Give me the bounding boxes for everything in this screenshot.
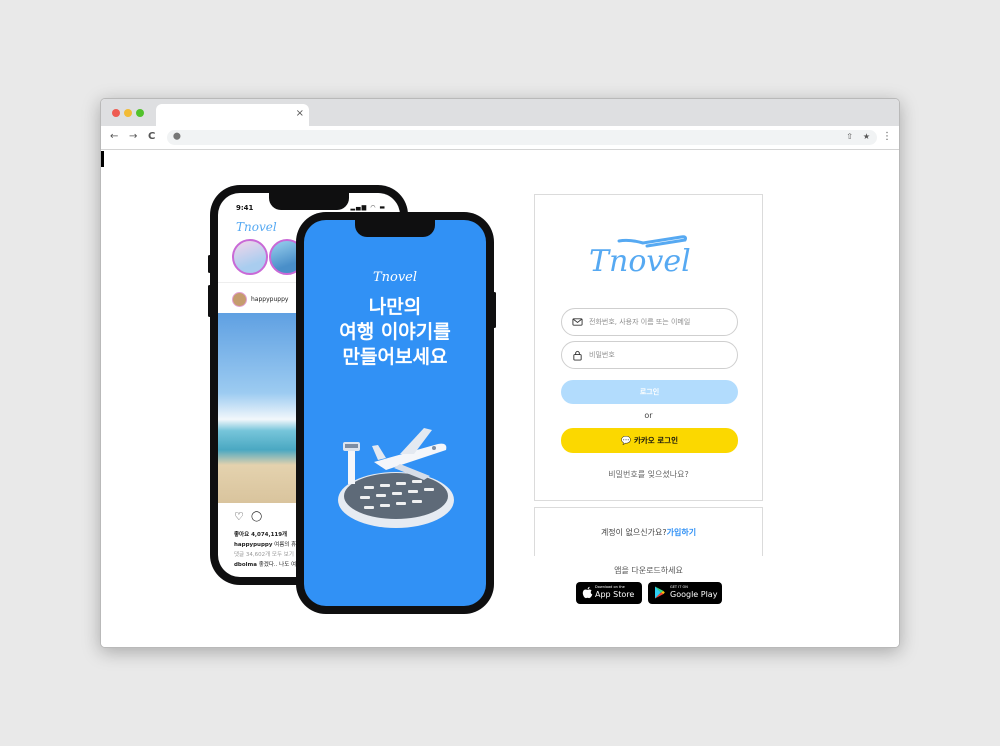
browser-menu-icon[interactable]: ⋮: [882, 131, 892, 143]
phone-side-button: [493, 292, 496, 328]
maximize-window-button[interactable]: [136, 109, 144, 117]
login-button[interactable]: 로그인: [561, 380, 738, 404]
tab-bar: ×: [101, 99, 899, 126]
close-window-button[interactable]: [112, 109, 120, 117]
logo-wordmark: Tnovel: [589, 244, 691, 279]
promo-headline-line-3: 만들어보세요: [342, 346, 448, 368]
post-username: happypuppy: [251, 296, 289, 303]
id-input[interactable]: [589, 309, 729, 335]
phone-notch: [355, 220, 435, 237]
caption-username: happypuppy: [234, 542, 273, 548]
signup-link[interactable]: 가입하기: [667, 528, 696, 537]
post-likes: 좋아요 4,074,119개: [234, 532, 288, 538]
signup-card: 계정이 없으신가요?가입하기: [534, 507, 763, 556]
google-play-button[interactable]: GET IT ON Google Play: [648, 582, 722, 604]
minimize-window-button[interactable]: [124, 109, 132, 117]
browser-window: × ← → C ⬤ ⇧ ★ ⋮ 9:41 ▂▄▆ ◠ ▬ Tnovel happ…: [100, 98, 900, 648]
or-separator: or: [644, 411, 653, 420]
app-store-button[interactable]: Download on the App Store: [576, 582, 642, 604]
heart-icon: ♡: [234, 510, 244, 523]
promo-headline-line-2: 여행 이야기를: [339, 321, 451, 343]
promo-app-logo: Tnovel: [372, 270, 418, 285]
caption-text: 여름의 휴: [274, 542, 297, 548]
kakao-login-label: 카카오 로그인: [633, 436, 678, 445]
password-input[interactable]: [589, 342, 729, 368]
google-play-small-label: GET IT ON: [670, 585, 688, 589]
phone-mockup-promo: Tnovel 나만의 여행 이야기를 만들어보세요: [296, 212, 496, 614]
airport-illustration: [338, 428, 454, 528]
promo-headline-line-1: 나만의: [368, 296, 422, 318]
lock-icon: ⬤: [173, 132, 181, 140]
phone-side-button: [208, 255, 211, 273]
promo-screen: Tnovel 나만의 여행 이야기를 만들어보세요: [304, 220, 486, 606]
comment-username: dbolma: [234, 562, 257, 568]
comment-icon: ◯: [251, 511, 263, 522]
lock-icon: [573, 350, 582, 361]
post-caption: happypuppy 여름의 휴: [234, 540, 296, 548]
post-avatar: [232, 292, 247, 307]
kakao-login-button[interactable]: 💬 카카오 로그인: [561, 428, 738, 453]
phone-notch: [269, 193, 349, 210]
text-cursor-marker: [101, 151, 104, 167]
post-comments-count: 댓글 34,602개 모두 보기: [234, 552, 294, 558]
reload-icon[interactable]: C: [148, 131, 155, 143]
app-logo: Tnovel: [236, 220, 277, 234]
google-play-label: Google Play: [670, 590, 718, 599]
address-bar[interactable]: ⬤ ⇧ ★: [167, 130, 877, 145]
apple-icon: [582, 586, 593, 599]
post-comment: dbolma 좋겠다.. 나도 여: [234, 560, 296, 568]
envelope-icon: [572, 318, 583, 326]
comment-text: 좋겠다.. 나도 여: [258, 562, 297, 568]
share-icon[interactable]: ⇧: [846, 132, 853, 141]
forgot-password-link[interactable]: 비밀번호를 잊으셨나요?: [535, 469, 762, 480]
speech-bubble-icon: 💬: [621, 436, 631, 445]
browser-tab[interactable]: ×: [156, 104, 309, 126]
app-store-label: App Store: [595, 590, 635, 599]
tab-close-icon[interactable]: ×: [296, 107, 304, 121]
google-play-icon: [655, 586, 665, 599]
download-app-text: 앱을 다운로드하세요: [614, 566, 683, 575]
phone-side-button: [208, 285, 211, 317]
status-time: 9:41: [236, 204, 254, 212]
browser-toolbar: ← → C ⬤ ⇧ ★ ⋮: [101, 126, 899, 150]
status-icons: ▂▄▆ ◠ ▬: [350, 204, 386, 211]
back-arrow-icon[interactable]: ←: [110, 131, 118, 143]
page-viewport: 9:41 ▂▄▆ ◠ ▬ Tnovel happypuppy ♡ ◯ 좋아요 4…: [101, 151, 899, 647]
bookmark-star-icon[interactable]: ★: [863, 132, 870, 141]
forward-arrow-icon[interactable]: →: [129, 131, 137, 143]
app-store-small-label: Download on the: [595, 585, 625, 589]
signup-prompt: 계정이 없으신가요?: [600, 528, 667, 537]
login-card: Tnovel 로그인 or 💬카카오 로그인 비밀번호를 잊으셨나요?: [534, 194, 763, 501]
story-avatar: [232, 239, 268, 275]
id-field[interactable]: [561, 308, 738, 336]
password-field[interactable]: [561, 341, 738, 369]
tnovel-logo: Tnovel: [589, 235, 691, 279]
